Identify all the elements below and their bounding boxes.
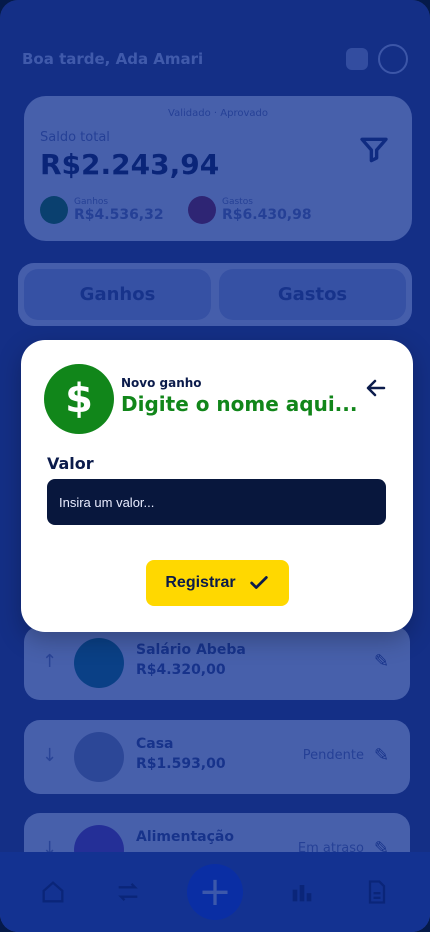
validation-toggle[interactable]: Validado · Aprovado [24,108,412,119]
item-name: Salário Abeba [136,642,246,658]
list-item[interactable]: ↑ Salário Abeba R$4.320,00 ✎ [24,626,410,700]
bottom-nav: + [0,852,430,932]
balance-card: Validado · Aprovado Saldo total R$2.243,… [24,96,412,241]
arrow-down-icon: ↓ [42,745,58,766]
gastos-icon [188,196,216,224]
new-income-modal: $ Novo ganho Digite o nome aqui... Valor… [21,340,413,632]
tab-ganhos[interactable]: Ganhos [24,269,211,320]
item-amount: R$1.593,00 [136,756,226,772]
list-item[interactable]: ↓ Casa R$1.593,00 Pendente ✎ [24,720,410,794]
arrow-up-icon: ↑ [42,651,58,672]
value-label: Valor [47,454,94,473]
edit-icon[interactable]: ✎ [374,746,394,766]
item-name: Alimentação [136,829,234,845]
value-input[interactable] [47,479,386,525]
modal-kicker: Novo ganho [121,376,202,390]
bell-icon[interactable] [346,48,368,70]
ganhos-value: R$4.536,32 [74,207,164,223]
check-icon [249,576,268,589]
tabs: Ganhos Gastos [18,263,412,326]
edit-icon[interactable]: ✎ [374,652,394,672]
item-amount: R$4.320,00 [136,662,226,678]
item-name: Casa [136,736,174,752]
plus-icon[interactable]: + [186,864,243,920]
transfer-icon[interactable] [112,876,144,908]
header: Boa tarde, Ada Amari [22,44,408,74]
house-icon [74,732,124,782]
status-badge: Pendente [302,748,364,763]
dollar-icon: $ [44,364,114,434]
app-screen: Boa tarde, Ada Amari Validado · Aprovado… [0,0,430,932]
saldo-value: R$2.243,94 [40,148,220,181]
income-name-field[interactable]: Digite o nome aqui... [121,392,357,416]
filter-icon[interactable] [358,134,390,166]
gastos-stat: Gastos R$6.430,98 [188,196,312,224]
saldo-label: Saldo total [40,130,110,145]
register-button[interactable]: Registrar [146,560,289,606]
profile-icon[interactable] [378,44,408,74]
register-label: Registrar [165,574,236,591]
greeting: Boa tarde, Ada Amari [22,50,204,68]
chart-icon[interactable] [286,876,318,908]
document-icon[interactable] [361,876,393,908]
ganhos-label: Ganhos [74,197,109,207]
tab-gastos[interactable]: Gastos [219,269,406,320]
dollar-icon [74,638,124,688]
ganhos-stat: Ganhos R$4.536,32 [40,196,164,224]
gastos-value: R$6.430,98 [222,207,312,223]
back-arrow-icon[interactable] [364,376,388,400]
home-icon[interactable] [37,876,69,908]
gastos-label: Gastos [222,197,253,207]
ganhos-icon [40,196,68,224]
